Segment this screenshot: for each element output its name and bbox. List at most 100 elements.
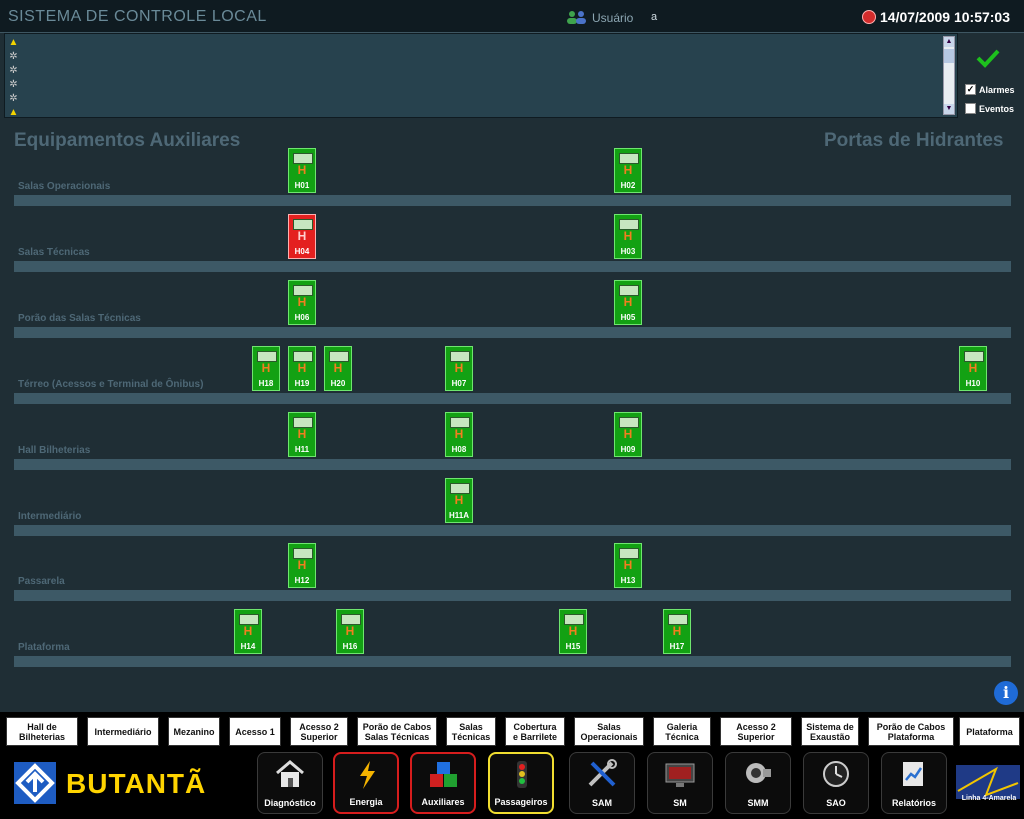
hydrant-tile-h16[interactable]: H H16 [336, 609, 364, 654]
alarmes-checkbox[interactable]: ✓ Alarmes [965, 84, 1015, 95]
zone-label: Passarela [18, 576, 65, 587]
nav-acesso-1[interactable]: Acesso 1 [229, 717, 281, 746]
section-title-hydrants: Portas de Hidrantes [824, 130, 1004, 151]
alarm-list[interactable]: ▲ ✲ ✲ ✲ ✲ ▲ ▲ ▼ [4, 33, 958, 118]
zone-bar [14, 195, 1011, 206]
report-icon [903, 762, 923, 786]
hydrant-glyph: H [454, 493, 464, 507]
hydrant-id: H20 [330, 379, 346, 388]
eventos-checkbox[interactable]: Eventos [965, 103, 1014, 114]
nav-salas-operacionais[interactable]: Salas Operacionais [574, 717, 644, 746]
zone-bar [14, 459, 1011, 470]
nav-plataforma[interactable]: Plataforma [959, 717, 1020, 746]
system-diagnostico-button[interactable]: Diagnóstico [257, 752, 323, 814]
gear-icon: ✲ [9, 51, 18, 62]
system-label: SAM [592, 798, 612, 808]
hydrant-id: H17 [669, 642, 685, 651]
hydrant-tile-h18[interactable]: H H18 [252, 346, 280, 391]
nav-acesso-2-superior[interactable]: Acesso 2 Superior [290, 717, 348, 746]
nav-sistema-exaustao[interactable]: Sistema de Exaustão [801, 717, 859, 746]
hydrant-tile-h09[interactable]: H H09 [614, 412, 642, 457]
nav-mezanino[interactable]: Mezanino [168, 717, 220, 746]
monitor-icon [665, 763, 695, 787]
scroll-up-icon[interactable]: ▲ [944, 37, 954, 47]
hydrant-id: H02 [620, 181, 636, 190]
hydrant-id: H11A [448, 511, 469, 520]
nav-hall-bilheterias[interactable]: Hall de Bilheterias [6, 717, 78, 746]
nav-intermediario[interactable]: Intermediário [87, 717, 159, 746]
system-energia-button[interactable]: Energia [333, 752, 399, 814]
hydrant-tile-h02[interactable]: H H02 [614, 148, 642, 193]
checkbox-checked-icon[interactable]: ✓ [965, 84, 976, 95]
hydrant-tile-h20[interactable]: H H20 [324, 346, 352, 391]
info-icon[interactable]: i [994, 681, 1018, 705]
hydrant-tile-h08[interactable]: H H08 [445, 412, 473, 457]
camera-icon [746, 763, 771, 783]
nav-galeria-tecnica[interactable]: Galeria Técnica [653, 717, 711, 746]
house-icon [276, 760, 304, 787]
hydrant-id: H03 [620, 247, 636, 256]
hydrant-tile-h11a[interactable]: H H11A [445, 478, 473, 523]
hydrant-id: H18 [258, 379, 274, 388]
alarmes-label: Alarmes [979, 84, 1015, 95]
hydrant-tile-h04[interactable]: H H04 [288, 214, 316, 259]
clock-icon [823, 761, 849, 787]
hydrant-id: H07 [451, 379, 467, 388]
traffic-light-icon [517, 761, 527, 788]
eventos-label: Eventos [979, 103, 1015, 114]
nav-cobertura-barrilete[interactable]: Cobertura e Barrilete [505, 717, 565, 746]
system-sao-button[interactable]: SAO [803, 752, 869, 814]
hydrant-id: H11 [294, 445, 310, 454]
hydrant-glyph: H [333, 361, 343, 375]
hydrant-glyph: H [297, 295, 307, 309]
hydrant-glyph: H [623, 295, 633, 309]
hydrant-tile-h07[interactable]: H H07 [445, 346, 473, 391]
hydrant-tile-h15[interactable]: H H15 [559, 609, 587, 654]
hydrant-tile-h12[interactable]: H H12 [288, 543, 316, 588]
hydrant-tile-h10[interactable]: H H10 [959, 346, 987, 391]
line-label: Linha 4-Amarela [961, 795, 1017, 802]
hydrant-id: H06 [294, 313, 310, 322]
hydrant-glyph: H [297, 361, 307, 375]
nav-salas-tecnicas[interactable]: Salas Técnicas [446, 717, 496, 746]
system-label: Passageiros [494, 797, 548, 807]
tools-icon [588, 759, 617, 787]
alarm-scrollbar[interactable]: ▲ ▼ [943, 36, 955, 115]
nav-porao-cabos-plataforma[interactable]: Porão de Cabos Plataforma [868, 717, 954, 746]
system-relatorios-button[interactable]: Relatórios [881, 752, 947, 814]
hydrant-glyph: H [297, 427, 307, 441]
zone-label: Plataforma [18, 642, 70, 653]
checkbox-unchecked-icon[interactable] [965, 103, 976, 114]
hydrant-tile-h03[interactable]: H H03 [614, 214, 642, 259]
nav-porao-cabos-salas-tecnicas[interactable]: Porão de Cabos Salas Técnicas [357, 717, 437, 746]
hydrant-glyph: H [672, 624, 682, 638]
scroll-down-icon[interactable]: ▼ [944, 104, 954, 114]
hydrant-tile-h13[interactable]: H H13 [614, 543, 642, 588]
system-sam-button[interactable]: SAM [569, 752, 635, 814]
system-label: SM [673, 798, 687, 808]
nav-acesso-2-superior-b[interactable]: Acesso 2 Superior [720, 717, 792, 746]
hydrant-tile-h19[interactable]: H H19 [288, 346, 316, 391]
system-label: Diagnóstico [264, 798, 316, 808]
system-sm-button[interactable]: SM [647, 752, 713, 814]
hydrant-id: H16 [342, 642, 358, 651]
hydrant-id: H12 [294, 576, 310, 585]
hydrant-glyph: H [297, 163, 307, 177]
system-passageiros-button[interactable]: Passageiros [488, 752, 554, 814]
hydrant-tile-h17[interactable]: H H17 [663, 609, 691, 654]
zone-label: Salas Técnicas [18, 247, 90, 258]
clock-icon [862, 10, 876, 24]
acknowledge-check-icon[interactable] [976, 48, 1000, 68]
hydrant-tile-h01[interactable]: H H01 [288, 148, 316, 193]
hydrant-tile-h06[interactable]: H H06 [288, 280, 316, 325]
hydrant-glyph: H [243, 624, 253, 638]
hydrant-tile-h14[interactable]: H H14 [234, 609, 262, 654]
system-smm-button[interactable]: SMM [725, 752, 791, 814]
system-auxiliares-button[interactable]: Auxiliares [410, 752, 476, 814]
scroll-thumb[interactable] [944, 49, 954, 63]
hydrant-tile-h11[interactable]: H H11 [288, 412, 316, 457]
gear-icon: ✲ [9, 79, 18, 90]
zone-label: Térreo (Acessos e Terminal de Ônibus) [18, 379, 204, 390]
users-icon [567, 11, 586, 24]
hydrant-tile-h05[interactable]: H H05 [614, 280, 642, 325]
